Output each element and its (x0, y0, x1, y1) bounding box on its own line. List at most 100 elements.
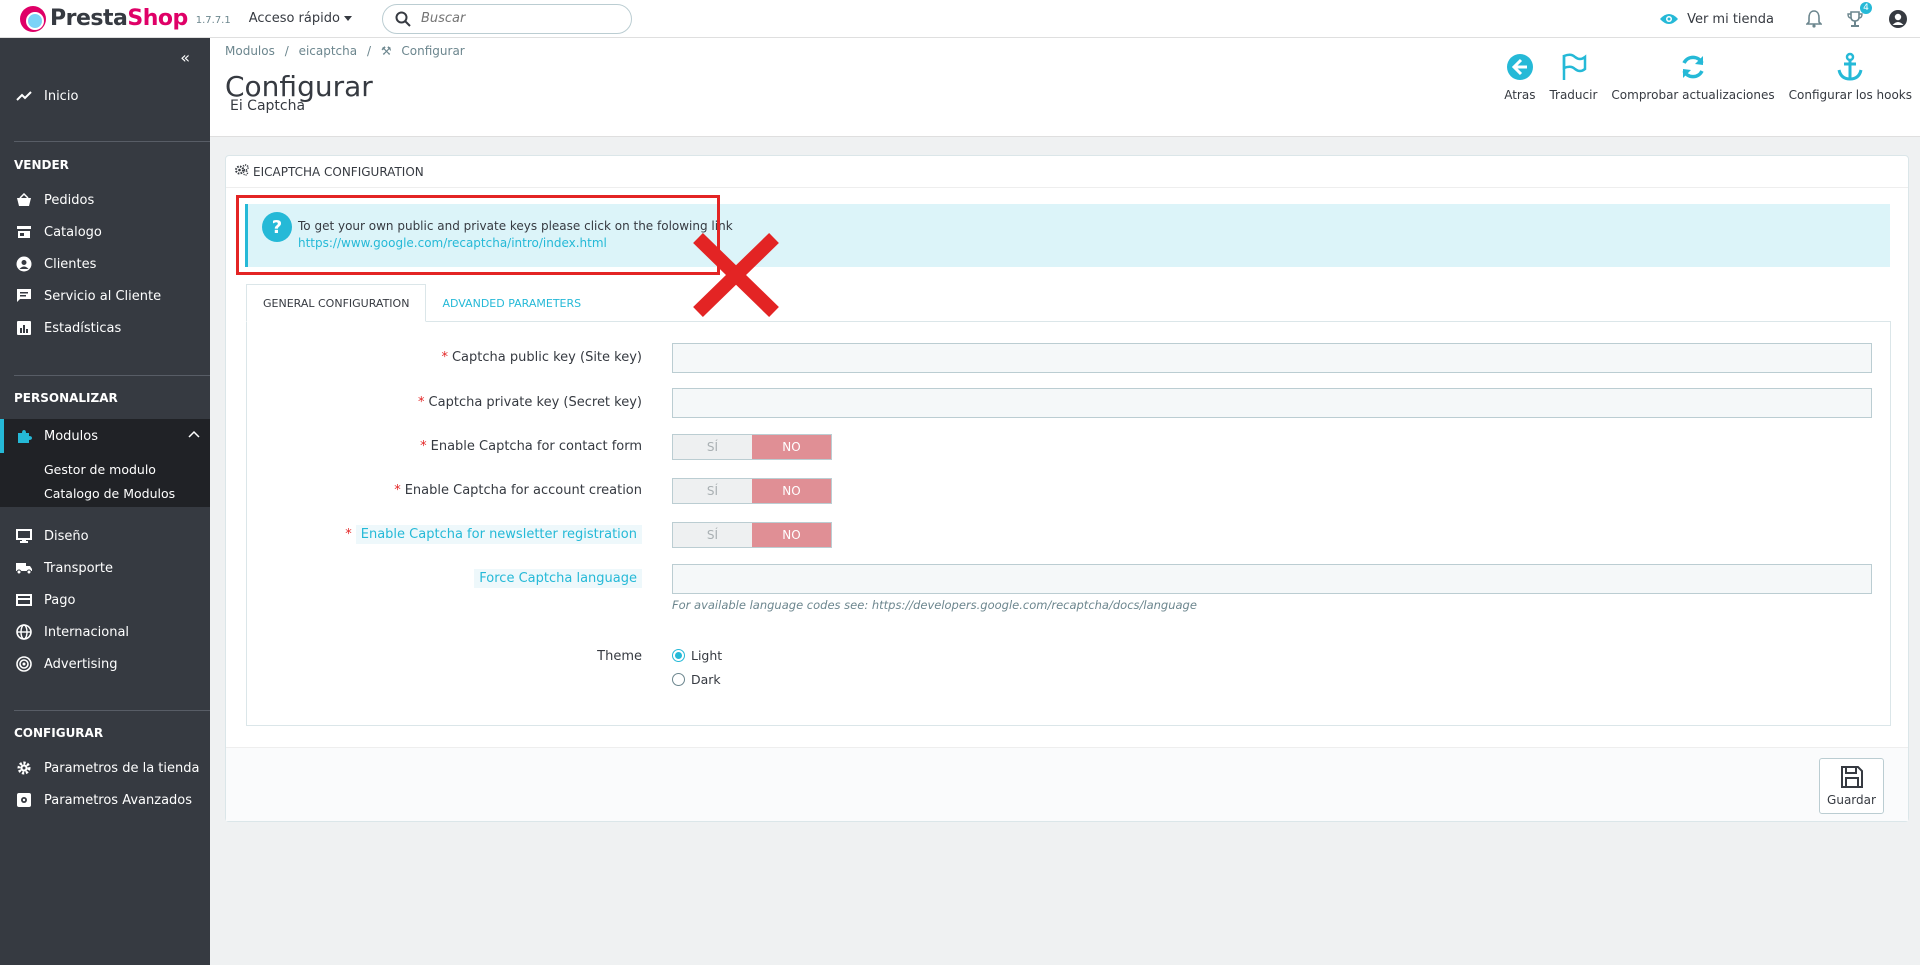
sidebar-item-label: Parametros Avanzados (44, 792, 193, 808)
switch-yes[interactable]: SÍ (673, 479, 752, 503)
switch-no[interactable]: NO (752, 435, 831, 459)
view-shop-link[interactable]: Ver mi tienda (1659, 12, 1774, 27)
switch-yes[interactable]: SÍ (673, 523, 752, 547)
form-row-account-creation: * Enable Captcha for account creation SÍ … (247, 474, 1892, 506)
logo-text-presta: Presta (50, 6, 128, 31)
back-button[interactable]: Atras (1502, 52, 1537, 102)
form-row-private-key: * Captcha private key (Secret key) (247, 386, 1892, 418)
sidebar-item-shop-parameters[interactable]: Parametros de la tienda (0, 752, 210, 784)
theme-label: Theme (597, 648, 642, 664)
tab-advanced-parameters[interactable]: ADVANDED PARAMETERS (426, 284, 597, 322)
globe-icon (14, 622, 34, 642)
sidebar-item-customers[interactable]: Clientes (0, 248, 210, 280)
breadcrumb-separator: / (284, 44, 289, 58)
caret-down-icon (343, 16, 352, 21)
configure-hooks-label: Configurar los hooks (1788, 88, 1912, 102)
switch-no[interactable]: NO (752, 479, 831, 503)
quick-access-dropdown[interactable]: Acceso rápido (249, 11, 352, 26)
flag-icon (1563, 53, 1587, 80)
search-input[interactable] (420, 11, 601, 26)
radio-checked-icon[interactable] (672, 649, 685, 662)
eye-icon (1660, 14, 1679, 24)
breadcrumb-configure: Configurar (401, 44, 465, 58)
search-box[interactable] (381, 3, 632, 34)
sidebar-item-home[interactable]: Inicio (0, 80, 210, 112)
breadcrumb-modules[interactable]: Modulos (225, 44, 275, 58)
theme-option-label: Light (691, 648, 723, 663)
sidebar-item-modules[interactable]: Modulos (0, 419, 210, 453)
account-creation-switch[interactable]: SÍ NO (672, 478, 832, 504)
language-help-text: For available language codes see: https:… (672, 598, 1197, 612)
sidebar-item-label: Internacional (44, 624, 130, 640)
top-header: PrestaShop 1.7.7.1 Acceso rápido Ver mi … (0, 0, 1920, 38)
sidebar-section-configure: CONFIGURAR (14, 726, 104, 740)
back-label: Atras (1504, 88, 1536, 102)
sidebar-item-catalog[interactable]: Catalogo (0, 216, 210, 248)
sidebar-item-advanced-parameters[interactable]: Parametros Avanzados (0, 784, 210, 816)
form-row-language: Force Captcha language For available lan… (247, 562, 1892, 618)
newsletter-switch[interactable]: SÍ NO (672, 522, 832, 548)
sidebar-item-international[interactable]: Internacional (0, 616, 210, 648)
translate-label: Traducir (1549, 88, 1598, 102)
store-icon (14, 222, 34, 242)
tab-general-configuration[interactable]: GENERAL CONFIGURATION (246, 284, 427, 322)
sidebar-item-customer-service[interactable]: Servicio al Cliente (0, 280, 210, 312)
save-button[interactable]: Guardar (1819, 758, 1884, 814)
sidebar-item-label: Advertising (44, 656, 118, 672)
wrench-icon: ⚒ (380, 44, 392, 58)
sidebar-item-payment[interactable]: Pago (0, 584, 210, 616)
truck-icon (14, 558, 34, 578)
account-button[interactable] (1888, 9, 1908, 29)
collapse-sidebar-icon[interactable]: « (180, 48, 190, 67)
form-row-contact-form: * Enable Captcha for contact form SÍ NO (247, 430, 1892, 462)
check-updates-button[interactable]: Comprobar actualizaciones (1609, 52, 1776, 102)
switch-no[interactable]: NO (752, 523, 831, 547)
newsletter-label: * Enable Captcha for newsletter registrat… (345, 518, 642, 550)
sidebar-item-advertising[interactable]: Advertising (0, 648, 210, 680)
trophy-button[interactable]: 4 (1846, 2, 1872, 28)
sidebar-item-label: Servicio al Cliente (44, 288, 162, 304)
configure-hooks-button[interactable]: Configurar los hooks (1787, 52, 1914, 102)
configuration-panel: EICAPTCHA CONFIGURATION ? To get your ow… (225, 155, 1909, 822)
sidebar-item-shipping[interactable]: Transporte (0, 552, 210, 584)
breadcrumb: Modulos / eicaptcha / ⚒ Configurar (225, 44, 471, 58)
radio-unchecked-icon[interactable] (672, 673, 685, 686)
target-icon (14, 654, 34, 674)
switch-yes[interactable]: SÍ (673, 435, 752, 459)
sidebar-item-label: Inicio (44, 88, 79, 104)
sidebar-item-label: Parametros de la tienda (44, 760, 200, 776)
private-key-label: * Captcha private key (Secret key) (418, 394, 642, 410)
sidebar-item-stats[interactable]: Estadísticas (0, 312, 210, 344)
sidebar-item-orders[interactable]: Pedidos (0, 184, 210, 216)
panel-heading: EICAPTCHA CONFIGURATION (226, 156, 1908, 188)
user-circle-icon (14, 254, 34, 274)
contact-form-label: * Enable Captcha for contact form (420, 438, 642, 454)
quick-access-label: Acceso rápido (248, 11, 340, 26)
theme-option-dark[interactable]: Dark (672, 672, 721, 687)
sidebar-subitem-module-manager[interactable]: Gestor de modulo (0, 457, 210, 481)
notifications-button[interactable] (1806, 10, 1822, 28)
private-key-input[interactable] (672, 388, 1872, 418)
contact-form-switch[interactable]: SÍ NO (672, 434, 832, 460)
sidebar-section-sell: VENDER (14, 158, 69, 172)
public-key-input[interactable] (672, 343, 1872, 373)
sidebar-section-customize: PERSONALIZAR (14, 391, 118, 405)
floppy-disk-icon (1840, 766, 1863, 788)
form-row-theme: Theme Light Dark (247, 640, 1892, 700)
language-label: Force Captcha language (474, 562, 642, 594)
sidebar-subitem-module-catalog[interactable]: Catalogo de Modulos (0, 481, 210, 505)
translate-button[interactable]: Traducir (1547, 52, 1599, 102)
sidebar-item-label: Clientes (44, 256, 97, 272)
sidebar-item-label: Transporte (44, 560, 113, 576)
public-key-label: * Captcha public key (Site key) (441, 349, 642, 365)
theme-option-light[interactable]: Light (672, 648, 722, 663)
tab-content: * Captcha public key (Site key) * Captcha … (246, 321, 1891, 726)
chevron-up-icon (188, 427, 200, 442)
prestashop-logo[interactable]: PrestaShop 1.7.7.1 (20, 5, 231, 32)
language-input[interactable] (672, 564, 1872, 594)
sidebar-item-design[interactable]: Diseño (0, 520, 210, 552)
breadcrumb-eicaptcha[interactable]: eicaptcha (299, 44, 358, 58)
search-icon (395, 11, 411, 27)
divider (14, 141, 210, 142)
version-label: 1.7.7.1 (195, 15, 231, 26)
